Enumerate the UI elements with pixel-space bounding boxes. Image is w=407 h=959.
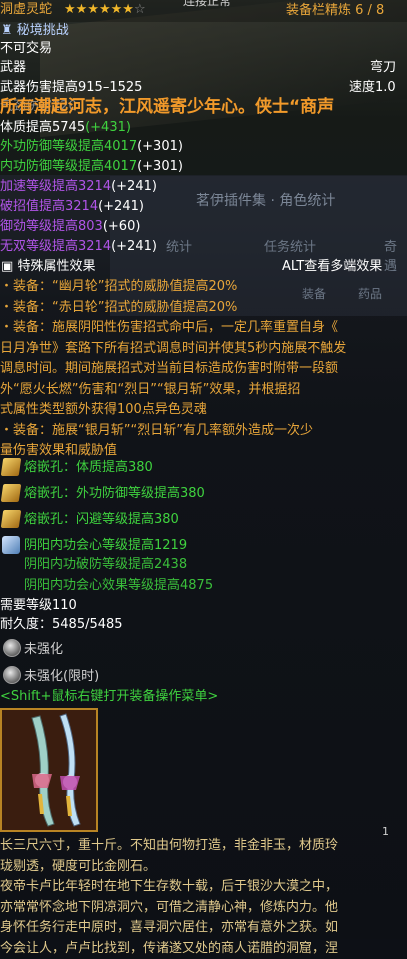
stat-row: 无双等级提高3214(+241) <box>0 239 157 255</box>
enhance-slot-icon <box>3 639 21 657</box>
star-icon: ★ <box>111 2 123 17</box>
stat-row: 内功防御等级提高4017(+301) <box>0 159 183 175</box>
special-effects: ・装备：“幽月轮”招式的威胁值提高20% ・装备：“赤日轮”招式的威胁值提高20… <box>0 277 403 462</box>
effect-line: 日月净世》套路下所有招式调息时间并使其5秒内施展不触发 <box>0 339 403 360</box>
wuxing-line: 阴阳内功会心效果等级提高4875 <box>24 578 213 594</box>
attack-speed-label: 速度1.0 <box>349 80 396 96</box>
gold-gem-icon <box>1 458 22 476</box>
shift-right-click-hint: <Shift+鼠标右键打开装备操作菜单> <box>0 689 218 705</box>
item-name: 洞虚灵蛇 <box>0 2 52 18</box>
alt-hint: ALT查看多端效果 <box>282 259 382 275</box>
enhance-slot-icon <box>3 666 21 684</box>
special-title-row: ▣ 特殊属性效果 <box>1 259 95 275</box>
star-icon: ★ <box>76 2 88 17</box>
tradeable-label: 不可交易 <box>0 41 52 57</box>
stat-row: 破招值提高3214(+241) <box>0 199 144 215</box>
stat-row: 加速等级提高3214(+241) <box>0 179 157 195</box>
wuxing-line: 阴阳内功破防等级提高2438 <box>24 557 187 573</box>
star-icon: ★ <box>64 2 76 17</box>
effect-line: 调息时间。期间施展招式对当前目标造成伤害时附带一段额 <box>0 359 403 380</box>
star-icon: ★ <box>99 2 111 17</box>
item-description: 长三尺六寸，重十斤。不知由何物打造，非金非玉，材质玲 珑剔透，硬度可比金刚石。 … <box>0 836 403 959</box>
description-line: 珑剔透，硬度可比金刚石。 <box>0 857 403 878</box>
enhance-status-limited: 未强化(限时) <box>24 669 99 685</box>
gold-gem-icon <box>1 510 22 528</box>
refine-label: 装备栏精炼 6 / 8 <box>286 3 384 19</box>
effect-line: ・装备：施展阴阳性伤害招式命中后，一定几率重置自身《 <box>0 318 403 339</box>
connection-status: 连接正常 <box>183 0 231 9</box>
weapon-type-label: 弯刀 <box>370 60 396 76</box>
slot-label: 武器 <box>0 60 26 76</box>
item-icon-frame <box>0 708 98 832</box>
description-line: 夜帝卡卢比年轻时在地下生存数十载，后于银沙大漠之中， <box>0 877 403 898</box>
star-icon: ★ <box>122 2 134 17</box>
stat-row: 御劲等级提高803(+60) <box>0 219 140 235</box>
level-requirement: 需要等级110 <box>0 598 77 614</box>
description-line: 长三尺六寸，重十斤。不知由何物打造，非金非玉，材质玲 <box>0 836 403 857</box>
weapon-damage-label: 武器伤害提高915–1525 <box>0 80 142 96</box>
socket-line: 熔嵌孔：外功防御等级提高380 <box>24 486 205 502</box>
gold-gem-icon <box>1 484 22 502</box>
star-icon: ★ <box>87 2 99 17</box>
source-row: ♜ 秘境挑战 <box>1 23 69 39</box>
effect-line: ・装备：施展“银月斩”“烈日斩”有几率额外造成一次少 <box>0 421 403 442</box>
wuxing-line: 阴阳内功会心等级提高1219 <box>24 538 187 554</box>
bottle-icon: ♜ <box>1 23 13 38</box>
durability: 耐久度：5485/5485 <box>0 617 123 633</box>
socket-line: 熔嵌孔：闪避等级提高380 <box>24 512 179 528</box>
item-tooltip: 洞虚灵蛇 ★★★★★★☆ 连接正常 装备栏精炼 6 / 8 ♜ 秘境挑战 不可交… <box>0 0 407 939</box>
twin-blades-icon <box>2 710 96 830</box>
stat-row: 体质提高5745(+431) <box>0 120 131 136</box>
star-rating: ★★★★★★☆ <box>64 2 146 18</box>
source-label: 秘境挑战 <box>17 23 69 38</box>
monitor-icon: ▣ <box>1 259 13 274</box>
stat-row: 外功防御等级提高4017(+301) <box>0 139 183 155</box>
socket-line: 熔嵌孔：体质提高380 <box>24 460 153 476</box>
effect-line: 量伤害效果和威胁值 <box>0 441 403 462</box>
description-line: 亦常常怀念地下阴凉洞穴，可借之清静心神，修炼内力。他 <box>0 898 403 919</box>
blue-stone-icon <box>2 536 20 554</box>
effect-line: ・装备：“赤日轮”招式的威胁值提高20% <box>0 298 403 319</box>
enhance-status: 未强化 <box>24 642 63 658</box>
special-title: 特殊属性效果 <box>17 259 95 274</box>
description-line: 今会让人，卢卢比找到，传诸遂又处的商人诺腊的洞窟，涅 <box>0 939 403 959</box>
effect-line: 外“愿火长燃”伤害和“烈日”“银月斩”效果，并根据招 <box>0 380 403 401</box>
effect-line: 式属性类型额外获得100点异色灵魂 <box>0 400 403 421</box>
description-line: 身怀任务行走中原时，喜寻洞穴居住，亦常有意外之获。如 <box>0 918 403 939</box>
star-empty-icon: ☆ <box>134 2 146 17</box>
effect-line: ・装备：“幽月轮”招式的威胁值提高20% <box>0 277 403 298</box>
scrolling-announcement: 所有潮起河志，江风遥寄少年心。侠士“商声 <box>0 96 334 118</box>
